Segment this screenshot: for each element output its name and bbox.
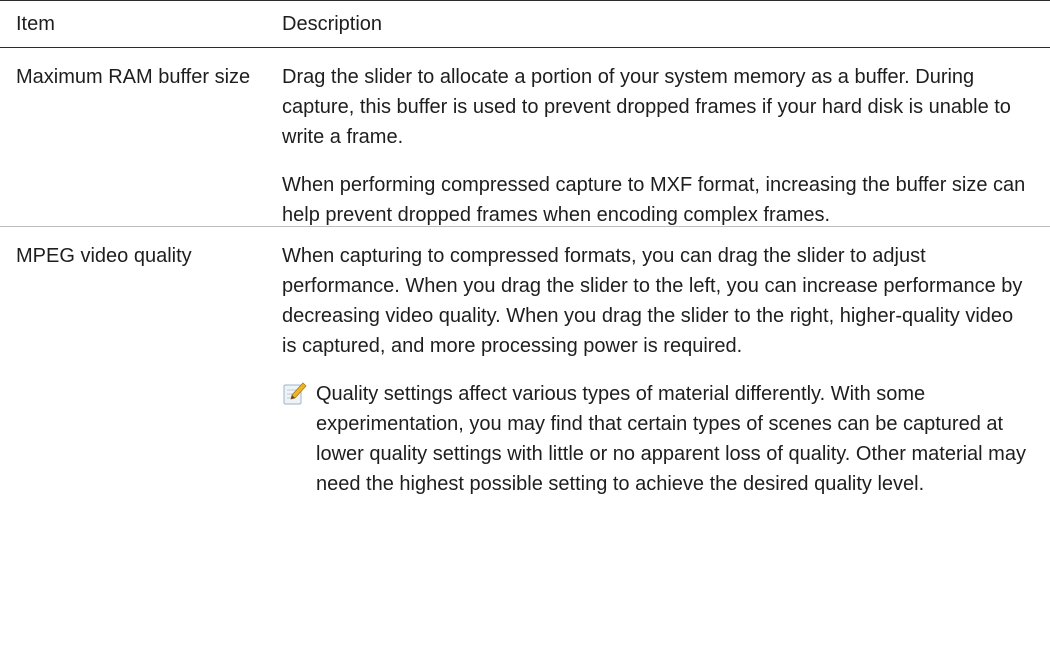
- row-item-mpeg-quality: MPEG video quality: [16, 245, 192, 267]
- note-block: Quality settings affect various types of…: [282, 379, 1030, 499]
- settings-table: Item Description Maximum RAM buffer size…: [0, 0, 1050, 513]
- row-description-mpeg-quality: When capturing to compressed formats, yo…: [282, 227, 1050, 513]
- header-description: Description: [282, 13, 383, 35]
- table-row: MPEG video quality When capturing to com…: [0, 227, 1050, 513]
- description-paragraph: Drag the slider to allocate a portion of…: [282, 66, 1011, 148]
- note-pencil-icon: [282, 379, 316, 411]
- header-item: Item: [16, 13, 55, 35]
- description-paragraph: When capturing to compressed formats, yo…: [282, 245, 1023, 357]
- row-description-ram-buffer: Drag the slider to allocate a portion of…: [282, 48, 1050, 226]
- description-paragraph: When performing compressed capture to MX…: [282, 174, 1026, 226]
- row-item-ram-buffer: Maximum RAM buffer size: [16, 66, 251, 88]
- table-row: Maximum RAM buffer size Drag the slider …: [0, 48, 1050, 227]
- table-header-row: Item Description: [0, 0, 1050, 48]
- note-text: Quality settings affect various types of…: [316, 383, 1026, 495]
